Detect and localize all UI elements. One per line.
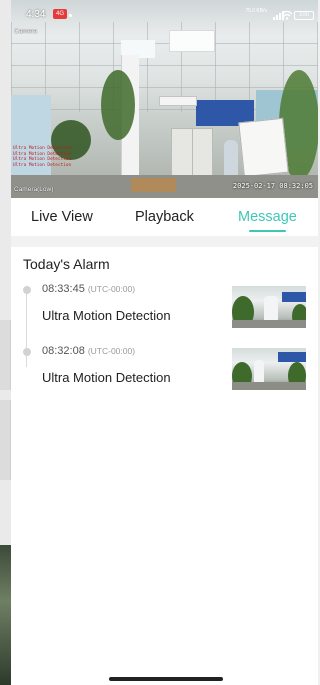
video-timestamp: 2025-02-17 08:32:05 bbox=[232, 182, 313, 190]
alarm-type: Ultra Motion Detection bbox=[42, 308, 171, 323]
video-plant bbox=[101, 70, 135, 140]
network-speed: 75.0 KB/s bbox=[245, 8, 267, 14]
notification-badge: 4G bbox=[53, 9, 67, 19]
alarm-time: 08:33:45 (UTC-00:00) bbox=[42, 283, 135, 295]
alarm-timezone: (UTC-00:00) bbox=[87, 346, 136, 356]
thumb-floor bbox=[232, 320, 306, 328]
thumb-window bbox=[278, 352, 306, 362]
video-air-conditioner bbox=[159, 96, 197, 106]
alarm-thumbnail[interactable] bbox=[232, 286, 306, 328]
stream-quality-label: Camera(Low) bbox=[14, 186, 54, 193]
thumb-window bbox=[282, 292, 306, 302]
camera-name-overlay: Camera bbox=[14, 28, 38, 35]
alarm-type: Ultra Motion Detection bbox=[42, 370, 171, 385]
video-window bbox=[11, 95, 51, 185]
timeline-dot bbox=[23, 348, 31, 356]
background-image bbox=[0, 545, 11, 685]
thumb-floor bbox=[232, 382, 306, 390]
app-window: Camera Ultra Motion Detection Ultra Moti… bbox=[11, 0, 318, 685]
alarm-time-value: 08:32:08 bbox=[42, 345, 85, 357]
alarm-thumbnail[interactable] bbox=[232, 348, 306, 390]
home-indicator[interactable] bbox=[109, 677, 223, 681]
active-tab-indicator bbox=[249, 230, 286, 232]
battery-icon: 100 bbox=[294, 11, 314, 20]
alarm-timezone: (UTC-00:00) bbox=[87, 284, 136, 294]
tab-live-view[interactable]: Live View bbox=[31, 209, 93, 225]
video-light bbox=[169, 30, 215, 52]
alarm-list-item[interactable]: 08:32:08 (UTC-00:00) Ultra Motion Detecti… bbox=[11, 345, 318, 398]
tab-bar: Live View Playback Message bbox=[11, 198, 318, 238]
status-time: 4:34 bbox=[26, 9, 46, 20]
section-divider bbox=[11, 236, 318, 247]
background-card bbox=[0, 320, 11, 390]
osd-line: Ultra Motion Detection bbox=[13, 162, 72, 168]
alarm-time: 08:32:08 (UTC-00:00) bbox=[42, 345, 135, 357]
tab-message[interactable]: Message bbox=[238, 209, 297, 225]
background-app-edge bbox=[0, 0, 11, 685]
tab-playback[interactable]: Playback bbox=[135, 209, 194, 225]
background-card bbox=[0, 400, 11, 480]
status-bar: 4:34 4G 75.0 KB/s 100 bbox=[11, 0, 318, 24]
detection-overlay-text: Ultra Motion Detection Ultra Motion Dete… bbox=[13, 146, 111, 168]
alarm-time-value: 08:33:45 bbox=[42, 283, 85, 295]
video-desk bbox=[131, 178, 176, 192]
video-whiteboard bbox=[238, 117, 289, 178]
notification-dot bbox=[69, 14, 72, 17]
live-video-player[interactable]: Camera Ultra Motion Detection Ultra Moti… bbox=[11, 0, 318, 198]
timeline-dot bbox=[23, 286, 31, 294]
alarm-section-title: Today's Alarm bbox=[23, 256, 110, 272]
wifi-icon bbox=[281, 10, 293, 20]
alarm-list-item[interactable]: 08:33:45 (UTC-00:00) Ultra Motion Detecti… bbox=[11, 283, 318, 336]
